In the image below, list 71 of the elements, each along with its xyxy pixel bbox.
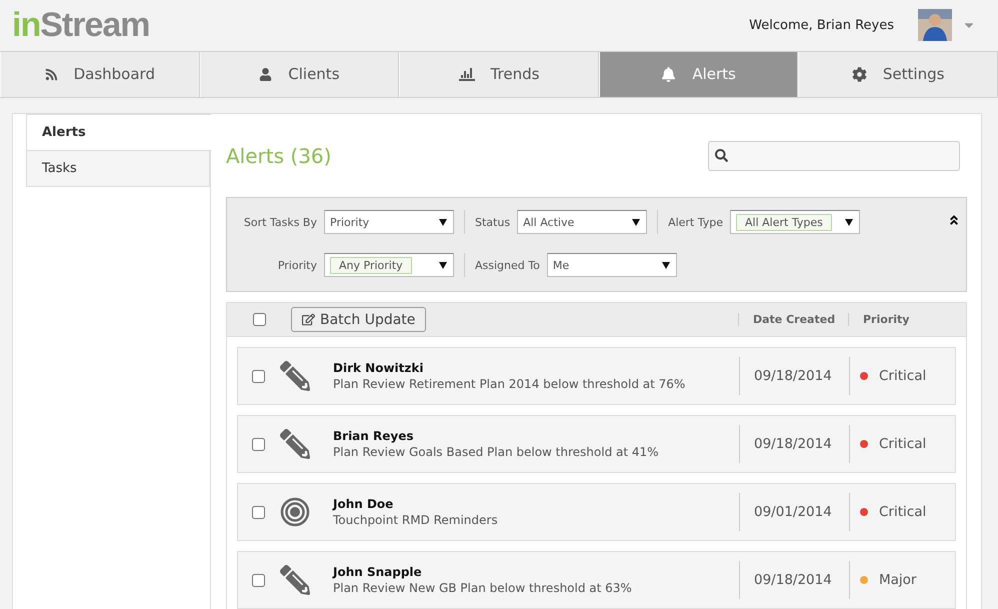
client-name: John Doe bbox=[333, 497, 394, 511]
settings-icon bbox=[852, 66, 867, 82]
bar-chart-icon bbox=[458, 66, 475, 82]
edit-icon bbox=[302, 313, 315, 326]
row-checkbox[interactable] bbox=[252, 574, 265, 586]
alert-row[interactable]: John Doe Touchpoint RMD Reminders 09/01/2014 Critical bbox=[237, 483, 956, 541]
tab-label: Alerts bbox=[692, 65, 736, 84]
filter-label: Sort Tasks By bbox=[242, 216, 317, 228]
column-header: Priority bbox=[848, 313, 956, 326]
row-checkbox[interactable] bbox=[252, 438, 265, 450]
nav-tab[interactable]: Dashboard bbox=[0, 52, 200, 97]
date-created: 09/18/2014 bbox=[754, 436, 832, 452]
alert-detail: Plan Review Goals Based Plan below threshold at 41% bbox=[333, 445, 660, 459]
alert-row[interactable]: John Snapple Plan Review New GB Plan below threshold at 63% 09/18/2014 Major bbox=[237, 551, 956, 609]
alert-detail: Plan Review New GB Plan below threshold at 63% bbox=[333, 581, 633, 595]
logo: inStream bbox=[12, 6, 150, 45]
page-heading: Alerts (36) bbox=[226, 144, 332, 168]
filter-label: Alert Type bbox=[668, 216, 724, 228]
dropdown-arrow-icon bbox=[439, 262, 447, 268]
tab-label: Clients bbox=[288, 65, 340, 84]
target-icon bbox=[280, 497, 310, 527]
alert-row[interactable]: Dirk Nowitzki Plan Review Retirement Plan 2014 below threshold at 76% 09/18/2014 Critical bbox=[237, 347, 956, 405]
tab-label: Dashboard bbox=[74, 65, 155, 84]
user-icon bbox=[259, 68, 272, 81]
sidebar-item[interactable]: Alerts bbox=[26, 114, 211, 151]
filter-label: Assigned To bbox=[475, 258, 540, 272]
filter-select[interactable]: All Alert Types bbox=[730, 210, 860, 234]
filter-select[interactable]: All Active bbox=[517, 210, 648, 234]
client-name: Dirk Nowitzki bbox=[333, 361, 424, 375]
search-icon bbox=[715, 149, 728, 162]
priority-text: Critical bbox=[879, 436, 926, 452]
alert-detail: Touchpoint RMD Reminders bbox=[333, 513, 499, 527]
dropdown-arrow-icon bbox=[845, 218, 854, 226]
alert-detail: Plan Review Retirement Plan 2014 below threshold at 76% bbox=[333, 377, 686, 391]
date-created: 09/18/2014 bbox=[754, 368, 832, 384]
row-checkbox[interactable] bbox=[252, 370, 265, 382]
pencil-icon bbox=[280, 565, 310, 595]
rss-icon bbox=[44, 68, 58, 81]
batch-update-button[interactable]: Batch Update bbox=[291, 307, 426, 332]
date-created: 09/01/2014 bbox=[754, 504, 832, 520]
filter-select[interactable]: Me bbox=[546, 253, 677, 277]
client-name: Brian Reyes bbox=[333, 429, 414, 443]
search-field[interactable] bbox=[708, 140, 960, 170]
avatar[interactable] bbox=[918, 9, 952, 42]
nav-tab[interactable]: Settings bbox=[798, 52, 998, 97]
welcome-text: Welcome, Brian Reyes bbox=[749, 18, 894, 33]
dropdown-arrow-icon bbox=[632, 218, 640, 226]
filter-select[interactable]: Any Priority bbox=[324, 253, 454, 277]
priority-text: Critical bbox=[879, 368, 926, 384]
nav-tab[interactable]: Clients bbox=[200, 52, 400, 97]
date-created: 09/18/2014 bbox=[754, 572, 832, 588]
pencil-icon bbox=[280, 429, 310, 459]
filter-select[interactable]: Priority bbox=[324, 210, 454, 234]
select-all-checkbox[interactable] bbox=[253, 313, 266, 326]
row-checkbox[interactable] bbox=[252, 506, 265, 518]
pencil-icon bbox=[280, 361, 310, 391]
tab-label: Trends bbox=[490, 65, 540, 84]
dropdown-arrow-icon bbox=[439, 218, 447, 226]
column-header: Date Created bbox=[738, 313, 848, 326]
alert-row[interactable]: Brian Reyes Plan Review Goals Based Plan below threshold at 41% 09/18/2014 Critical bbox=[237, 415, 956, 473]
filter-label: Priority bbox=[276, 258, 317, 272]
tab-label: Settings bbox=[882, 65, 944, 84]
client-name: John Snapple bbox=[333, 565, 423, 579]
sidebar-item[interactable]: Tasks bbox=[26, 150, 210, 187]
collapse-icon[interactable] bbox=[948, 214, 960, 226]
nav-tab[interactable]: Trends bbox=[399, 52, 599, 97]
filter-label: Status bbox=[475, 216, 510, 228]
priority-text: Major bbox=[879, 572, 916, 588]
priority-text: Critical bbox=[879, 504, 926, 520]
bell-icon bbox=[661, 66, 676, 82]
dropdown-arrow-icon bbox=[662, 262, 670, 268]
